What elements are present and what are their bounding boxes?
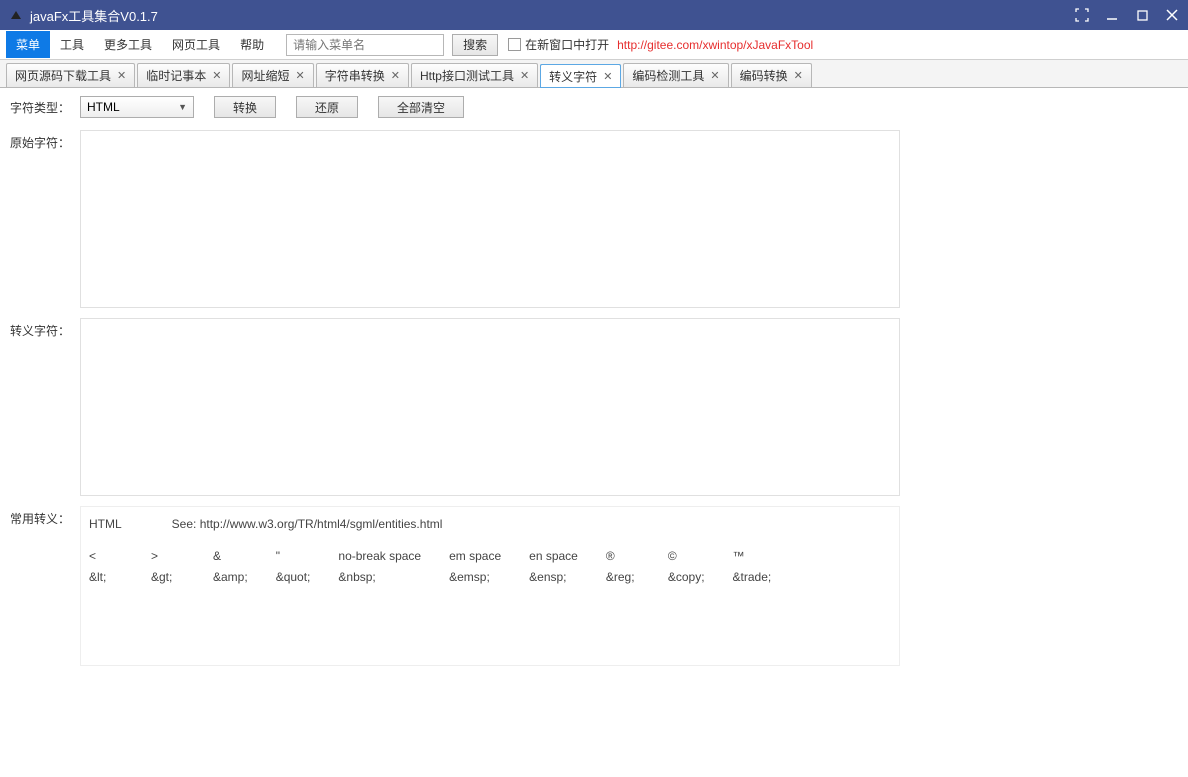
tab-label: 临时记事本 (146, 67, 206, 84)
ref-col-8: © &copy; (668, 547, 705, 586)
tab-1[interactable]: 临时记事本 ✕ (137, 63, 230, 87)
ref-col-6: en space&ensp; (529, 547, 578, 586)
tab-label: 编码转换 (740, 67, 788, 84)
tab-close-icon[interactable]: ✕ (794, 69, 803, 82)
char-type-value: HTML (87, 100, 120, 114)
tab-close-icon[interactable]: ✕ (117, 69, 126, 82)
escaped-textarea[interactable] (80, 318, 900, 496)
ref-col-3: " &quot; (276, 547, 311, 586)
reference-head-link: See: http://www.w3.org/TR/html4/sgml/ent… (172, 515, 443, 533)
maximize-icon[interactable] (1134, 7, 1150, 23)
ref-char: ™ (733, 547, 745, 565)
ref-char: & (213, 547, 221, 565)
ref-code: &trade; (733, 568, 772, 586)
menu-search-input[interactable] (286, 34, 444, 56)
menu-item-tools[interactable]: 工具 (50, 31, 94, 58)
menu-item-web-tools[interactable]: 网页工具 (162, 31, 230, 58)
content-pane: 字符类型： HTML ▼ 转换 还原 全部清空 原始字符： 转义字符： 常用转义… (0, 88, 1188, 684)
ref-code: &amp; (213, 568, 248, 586)
minimize-icon[interactable] (1104, 7, 1120, 23)
tab-6[interactable]: 编码检测工具 ✕ (623, 63, 728, 87)
ref-char: en space (529, 547, 578, 565)
tab-label: 网页源码下载工具 (15, 67, 111, 84)
search-button[interactable]: 搜索 (452, 34, 498, 56)
reference-head-type: HTML (89, 515, 122, 533)
tab-close-icon[interactable]: ✕ (710, 69, 719, 82)
tab-5[interactable]: 转义字符 ✕ (540, 64, 621, 88)
ref-char: em space (449, 547, 501, 565)
ref-code: &quot; (276, 568, 311, 586)
ref-char: © (668, 547, 677, 565)
tab-label: 转义字符 (549, 68, 597, 85)
tab-2[interactable]: 网址缩短 ✕ (232, 63, 313, 87)
tab-bar: 网页源码下载工具✕临时记事本✕网址缩短✕字符串转换✕Http接口测试工具✕转义字… (0, 60, 1188, 88)
original-label: 原始字符： (10, 130, 80, 308)
ref-char: no-break space (338, 547, 421, 565)
ref-col-7: ® &reg; (606, 547, 640, 586)
ref-char: > (151, 547, 158, 565)
ref-code: &nbsp; (338, 568, 375, 586)
tab-close-icon[interactable]: ✕ (295, 69, 304, 82)
title-bar: javaFx工具集合V0.1.7 (0, 0, 1188, 30)
tab-3[interactable]: 字符串转换 ✕ (316, 63, 409, 87)
fullscreen-icon[interactable] (1074, 7, 1090, 23)
repo-link[interactable]: http://gitee.com/xwintop/xJavaFxTool (617, 38, 813, 52)
ref-code: &reg; (606, 568, 635, 586)
tab-close-icon[interactable]: ✕ (391, 69, 400, 82)
escaped-label: 转义字符： (10, 318, 80, 496)
tab-close-icon[interactable]: ✕ (603, 70, 612, 83)
window-title: javaFx工具集合V0.1.7 (30, 6, 1074, 25)
ref-col-4: no-break space&nbsp; (338, 547, 421, 586)
menu-item-help[interactable]: 帮助 (230, 31, 274, 58)
tab-label: Http接口测试工具 (420, 67, 514, 84)
tab-label: 网址缩短 (241, 67, 289, 84)
tab-4[interactable]: Http接口测试工具 ✕ (411, 63, 538, 87)
app-icon (8, 7, 24, 23)
chevron-down-icon: ▼ (178, 102, 187, 112)
char-type-combo[interactable]: HTML ▼ (80, 96, 194, 118)
ref-code: &emsp; (449, 568, 490, 586)
ref-col-9: ™ &trade; (733, 547, 772, 586)
new-window-checkbox[interactable] (508, 38, 521, 51)
ref-char: " (276, 547, 280, 565)
ref-code: &lt; (89, 568, 106, 586)
ref-char: < (89, 547, 96, 565)
tab-7[interactable]: 编码转换 ✕ (731, 63, 812, 87)
menu-item-main[interactable]: 菜单 (6, 31, 50, 58)
char-type-label: 字符类型： (10, 99, 70, 116)
clear-all-button[interactable]: 全部清空 (378, 96, 464, 118)
ref-code: &ensp; (529, 568, 566, 586)
ref-col-2: & &amp; (213, 547, 248, 586)
ref-char: ® (606, 547, 615, 565)
original-textarea[interactable] (80, 130, 900, 308)
ref-col-1: > &gt; (151, 547, 185, 586)
tab-label: 字符串转换 (325, 67, 385, 84)
tab-close-icon[interactable]: ✕ (520, 69, 529, 82)
ref-col-0: < &lt; (89, 547, 123, 586)
ref-code: &gt; (151, 568, 172, 586)
reference-label: 常用转义： (10, 506, 80, 666)
ref-col-5: em space&emsp; (449, 547, 501, 586)
ref-code: &copy; (668, 568, 705, 586)
restore-button[interactable]: 还原 (296, 96, 358, 118)
menu-bar: 菜单 工具 更多工具 网页工具 帮助 搜索 在新窗口中打开 http://git… (0, 30, 1188, 60)
close-icon[interactable] (1164, 7, 1180, 23)
reference-panel: HTML See: http://www.w3.org/TR/html4/sgm… (80, 506, 900, 666)
tab-0[interactable]: 网页源码下载工具 ✕ (6, 63, 135, 87)
new-window-label: 在新窗口中打开 (525, 36, 609, 53)
tab-label: 编码检测工具 (632, 67, 704, 84)
convert-button[interactable]: 转换 (214, 96, 276, 118)
tab-close-icon[interactable]: ✕ (212, 69, 221, 82)
menu-item-more-tools[interactable]: 更多工具 (94, 31, 162, 58)
